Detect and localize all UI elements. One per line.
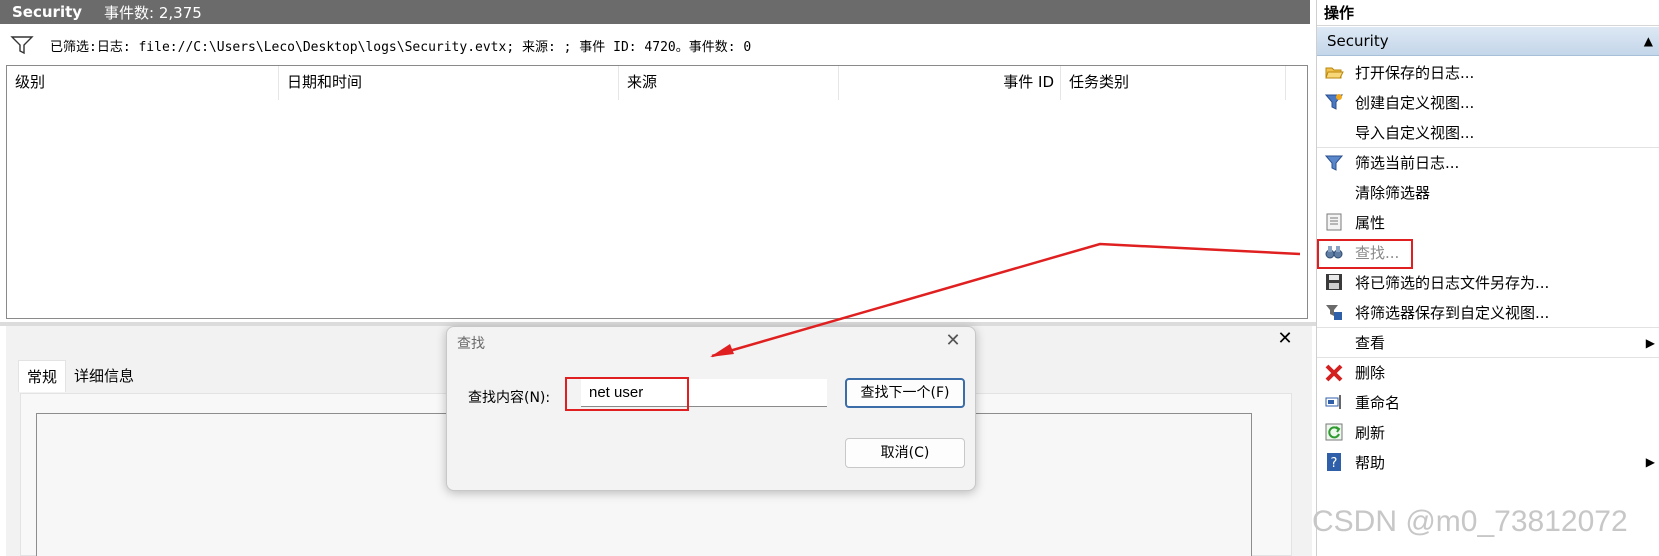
action-label: 将已筛选的日志文件另存为... — [1355, 273, 1550, 292]
action-view[interactable]: 查看 ▶ — [1317, 327, 1659, 357]
action-label: 查看 — [1355, 334, 1386, 352]
action-save-filter-to-view[interactable]: 将筛选器保存到自定义视图... — [1317, 297, 1659, 327]
filter-description: 已筛选:日志: file://C:\Users\Leco\Desktop\log… — [50, 39, 752, 55]
column-source[interactable]: 来源 — [619, 66, 839, 100]
log-name: Security — [12, 3, 83, 21]
action-save-filtered-log[interactable]: 将已筛选的日志文件另存为... — [1317, 267, 1659, 297]
highlight-annotation-box — [565, 377, 689, 411]
detail-tabs: 常规 详细信息 — [18, 360, 142, 394]
action-label: 属性 — [1355, 213, 1386, 232]
section-title: Security — [1327, 32, 1389, 50]
event-list-header: 级别 日期和时间 来源 事件 ID 任务类别 — [7, 66, 1307, 100]
action-label: 创建自定义视图... — [1355, 93, 1475, 112]
rename-icon — [1323, 391, 1345, 413]
action-clear-filter[interactable]: 清除筛选器 — [1317, 177, 1659, 207]
action-import-custom-view[interactable]: 导入自定义视图... — [1317, 117, 1659, 147]
action-properties[interactable]: 属性 — [1317, 207, 1659, 237]
tab-general[interactable]: 常规 — [18, 360, 67, 392]
action-label: 刷新 — [1355, 423, 1386, 442]
dialog-title: 查找 — [457, 336, 485, 352]
action-label: 将筛选器保存到自定义视图... — [1355, 303, 1550, 322]
actions-section-security[interactable]: Security ▲ — [1317, 27, 1659, 56]
log-title-bar: Security 事件数: 2,375 — [0, 0, 1310, 24]
event-list[interactable]: 级别 日期和时间 来源 事件 ID 任务类别 — [6, 65, 1308, 319]
action-label: 删除 — [1355, 364, 1386, 382]
svg-text:?: ? — [1331, 456, 1338, 471]
action-rename[interactable]: 重命名 — [1317, 387, 1659, 417]
submenu-arrow-icon: ▶ — [1645, 455, 1655, 469]
action-create-custom-view[interactable]: 创建自定义视图... — [1317, 87, 1659, 117]
save-filter-icon — [1323, 301, 1345, 323]
highlight-annotation-box — [1317, 239, 1413, 269]
close-icon[interactable]: ✕ — [943, 331, 963, 351]
action-label: 帮助 — [1355, 453, 1386, 472]
collapse-icon[interactable]: ▲ — [1644, 27, 1653, 56]
column-task-category[interactable]: 任务类别 — [1061, 66, 1286, 100]
filter-add-icon — [1323, 91, 1345, 113]
action-filter-current-log[interactable]: 筛选当前日志... — [1317, 147, 1659, 177]
cancel-button[interactable]: 取消(C) — [845, 438, 965, 468]
column-datetime[interactable]: 日期和时间 — [279, 66, 619, 100]
action-help[interactable]: ? 帮助 ▶ — [1317, 447, 1659, 477]
save-icon — [1323, 271, 1345, 293]
actions-pane: 操作 Security ▲ 打开保存的日志... 创建自定义视图... 导入自定… — [1316, 0, 1659, 556]
find-dialog: 查找 ✕ 查找内容(N): 查找下一个(F) 取消(C) — [446, 326, 976, 491]
actions-header: 操作 — [1317, 0, 1659, 26]
close-detail-icon[interactable]: ✕ — [1276, 330, 1294, 348]
action-delete[interactable]: 删除 — [1317, 357, 1659, 387]
action-label: 重命名 — [1355, 393, 1401, 412]
column-level[interactable]: 级别 — [7, 66, 279, 100]
column-event-id[interactable]: 事件 ID — [839, 66, 1061, 100]
action-label: 清除筛选器 — [1355, 183, 1431, 202]
find-next-button[interactable]: 查找下一个(F) — [845, 378, 965, 408]
submenu-arrow-icon: ▶ — [1645, 336, 1655, 350]
action-label: 打开保存的日志... — [1355, 63, 1475, 82]
help-icon: ? — [1323, 451, 1345, 473]
watermark-text: CSDN @m0_73812072 — [1312, 505, 1628, 538]
action-open-saved-log[interactable]: 打开保存的日志... — [1317, 57, 1659, 87]
filter-status-bar: 已筛选:日志: file://C:\Users\Leco\Desktop\log… — [0, 28, 1310, 62]
properties-icon — [1323, 211, 1345, 233]
tab-details[interactable]: 详细信息 — [66, 360, 142, 392]
filter-icon — [1323, 152, 1345, 174]
refresh-icon — [1323, 421, 1345, 443]
folder-open-icon — [1323, 61, 1345, 83]
action-label: 导入自定义视图... — [1355, 123, 1475, 142]
action-refresh[interactable]: 刷新 — [1317, 417, 1659, 447]
find-what-label: 查找内容(N): — [468, 390, 551, 406]
filter-icon — [10, 36, 34, 55]
event-count: 事件数: 2,375 — [104, 3, 202, 22]
action-label: 筛选当前日志... — [1355, 154, 1460, 172]
delete-icon — [1323, 362, 1345, 384]
